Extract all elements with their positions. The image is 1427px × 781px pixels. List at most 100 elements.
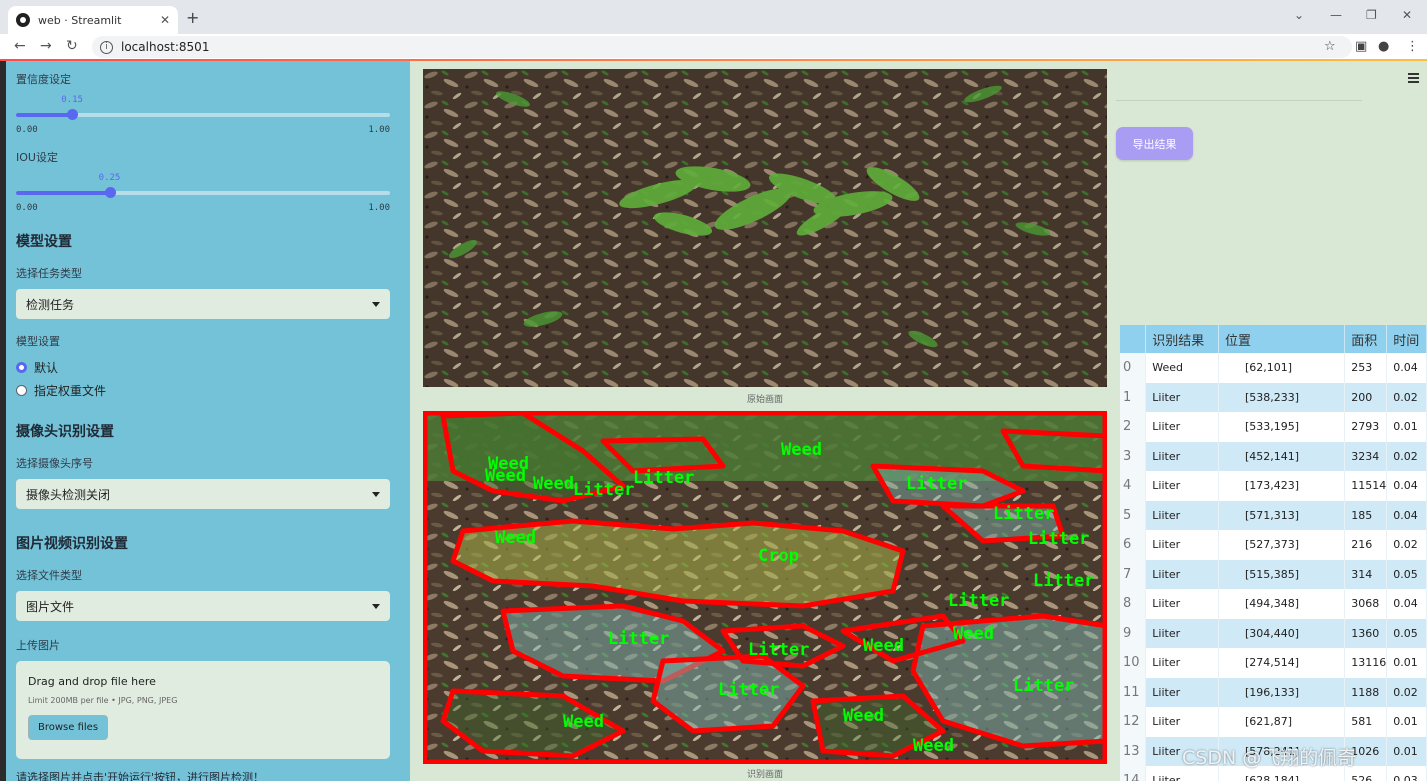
back-icon[interactable]: ← (14, 38, 26, 54)
table-row[interactable]: 2 Liiter [533,195] 2793 0.01 (1120, 412, 1427, 442)
table-row[interactable]: 5 Liiter [571,313] 185 0.04 (1120, 500, 1427, 530)
export-results-button[interactable]: 导出结果 (1116, 127, 1193, 160)
tab-title: web · Streamlit (38, 13, 122, 27)
camera-index-label: 选择摄像头序号 (16, 457, 93, 470)
cell-time: 0.01 (1386, 736, 1427, 766)
table-row[interactable]: 9 Liiter [304,440] 1360 0.05 (1120, 618, 1427, 648)
minimize-icon[interactable]: — (1330, 8, 1342, 22)
row-index: 1 (1120, 382, 1147, 412)
col-header-label[interactable]: 识别结果 (1145, 325, 1219, 353)
original-image (423, 69, 1107, 387)
cell-label: Liiter (1145, 589, 1219, 619)
table-row[interactable]: 12 Liiter [621,87] 581 0.01 (1120, 707, 1427, 737)
radio-unselected-icon[interactable] (16, 385, 27, 396)
info-icon[interactable]: i (100, 40, 113, 54)
browse-files-button[interactable]: Browse files (28, 715, 109, 740)
table-row[interactable]: 3 Liiter [452,141] 3234 0.02 (1120, 441, 1427, 471)
det-label: Litter (1013, 676, 1074, 696)
cell-area: 581 (1344, 707, 1388, 737)
det-label: Crop (758, 546, 799, 566)
kebab-menu-icon[interactable]: ⋮ (1406, 39, 1419, 54)
det-label: Litter (573, 480, 634, 500)
cell-position: [62,101] (1218, 353, 1346, 383)
table-row[interactable]: 0 Weed [62,101] 253 0.04 (1120, 353, 1427, 383)
main-area: 原始画面 Weed Weed Weed Litter Litter Weed L… (410, 61, 1427, 781)
col-header-time[interactable]: 时间 (1386, 325, 1427, 353)
conf-slider[interactable]: 0.15 0.00 1.00 (16, 93, 400, 139)
cell-time: 0.02 (1386, 441, 1427, 471)
row-index: 6 (1120, 530, 1147, 560)
cell-time: 0.01 (1386, 648, 1427, 678)
model-option-default[interactable]: 默认 (16, 359, 400, 376)
col-header-index (1120, 325, 1147, 353)
file-dropzone[interactable]: Drag and drop file here Limit 200MB per … (16, 661, 390, 759)
iou-slider-thumb[interactable] (104, 187, 116, 198)
row-index: 3 (1120, 441, 1147, 471)
det-label: Weed (843, 706, 884, 726)
col-header-area[interactable]: 面积 (1344, 325, 1388, 353)
cell-position: [571,313] (1218, 500, 1346, 530)
table-row[interactable]: 6 Liiter [527,373] 216 0.02 (1120, 530, 1427, 560)
camera-index-select[interactable]: 摄像头检测关闭 (16, 479, 390, 509)
iou-slider[interactable]: 0.25 0.00 1.00 (16, 171, 400, 217)
address-bar[interactable]: i localhost:8501 (92, 36, 1352, 58)
row-index: 9 (1120, 618, 1147, 648)
tab-search-icon[interactable]: ⌄ (1294, 8, 1304, 22)
conf-slider-value: 0.15 (61, 95, 83, 105)
task-type-label: 选择任务类型 (16, 267, 82, 280)
streamlit-favicon-icon (16, 13, 30, 27)
row-index: 14 (1120, 766, 1147, 781)
result-image-canvas: Weed Weed Weed Litter Litter Weed Litter… (423, 411, 1107, 764)
table-row[interactable]: 11 Liiter [196,133] 1188 0.02 (1120, 677, 1427, 707)
table-row[interactable]: 4 Liiter [173,423] 11514 0.04 (1120, 471, 1427, 501)
new-tab-button[interactable]: + (186, 8, 199, 27)
cell-label: Liiter (1145, 382, 1219, 412)
cell-area: 200 (1344, 382, 1388, 412)
table-row[interactable]: 8 Liiter [494,348] 3068 0.04 (1120, 589, 1427, 619)
results-table[interactable]: 识别结果 位置 面积 时间 0 Weed [62,101] 253 0.04 1 Liite… (1120, 325, 1427, 781)
star-icon[interactable]: ☆ (1324, 39, 1336, 54)
profile-icon[interactable]: ● (1378, 39, 1389, 54)
det-label: Litter (633, 468, 694, 488)
window-close-icon[interactable]: ✕ (1402, 8, 1412, 22)
tab-close-icon[interactable]: ✕ (160, 13, 170, 27)
restore-icon[interactable]: ❐ (1366, 8, 1377, 22)
conf-slider-thumb[interactable] (67, 109, 79, 120)
row-index: 4 (1120, 471, 1147, 501)
cell-time: 0.01 (1386, 707, 1427, 737)
browser-tab-bar: web · Streamlit ✕ + ⌄ — ❐ ✕ (0, 0, 1427, 34)
det-label: Weed (863, 636, 904, 656)
run-hint: 请选择图片并点击'开始运行'按钮，进行图片检测！ (16, 771, 265, 781)
file-type-label: 选择文件类型 (16, 569, 82, 582)
table-row[interactable]: 7 Liiter [515,385] 314 0.05 (1120, 559, 1427, 589)
model-option-custom[interactable]: 指定权重文件 (16, 382, 400, 399)
file-type-select[interactable]: 图片文件 (16, 591, 390, 621)
caret-down-icon (372, 491, 380, 497)
cell-label: Liiter (1145, 618, 1219, 648)
reload-icon[interactable]: ↻ (66, 38, 78, 54)
cell-area: 3234 (1344, 441, 1388, 471)
cell-time: 0.01 (1386, 412, 1427, 442)
det-label: Litter (948, 591, 1009, 611)
hamburger-menu-icon[interactable] (1408, 73, 1419, 85)
cell-time: 0.02 (1386, 677, 1427, 707)
radio-selected-icon[interactable] (16, 362, 27, 373)
browser-tab[interactable]: web · Streamlit ✕ (8, 6, 178, 34)
cell-area: 216 (1344, 530, 1388, 560)
table-row[interactable]: 10 Liiter [274,514] 13116 0.01 (1120, 648, 1427, 678)
task-type-select[interactable]: 检测任务 (16, 289, 390, 319)
cell-label: Liiter (1145, 530, 1219, 560)
forward-icon[interactable]: → (40, 38, 52, 54)
cell-position: [621,87] (1218, 707, 1346, 737)
row-index: 7 (1120, 559, 1147, 589)
browser-toolbar: ← → ↻ i localhost:8501 ☆ ▣ ● ⋮ (0, 34, 1427, 60)
url-text: localhost:8501 (121, 40, 210, 54)
table-row[interactable]: 1 Liiter [538,233] 200 0.02 (1120, 382, 1427, 412)
cell-label: Liiter (1145, 648, 1219, 678)
row-index: 0 (1120, 353, 1147, 383)
det-label: Litter (1028, 529, 1089, 549)
row-index: 5 (1120, 500, 1147, 530)
col-header-position[interactable]: 位置 (1218, 325, 1346, 353)
sidepanel-icon[interactable]: ▣ (1355, 39, 1367, 54)
cell-position: [173,423] (1218, 471, 1346, 501)
